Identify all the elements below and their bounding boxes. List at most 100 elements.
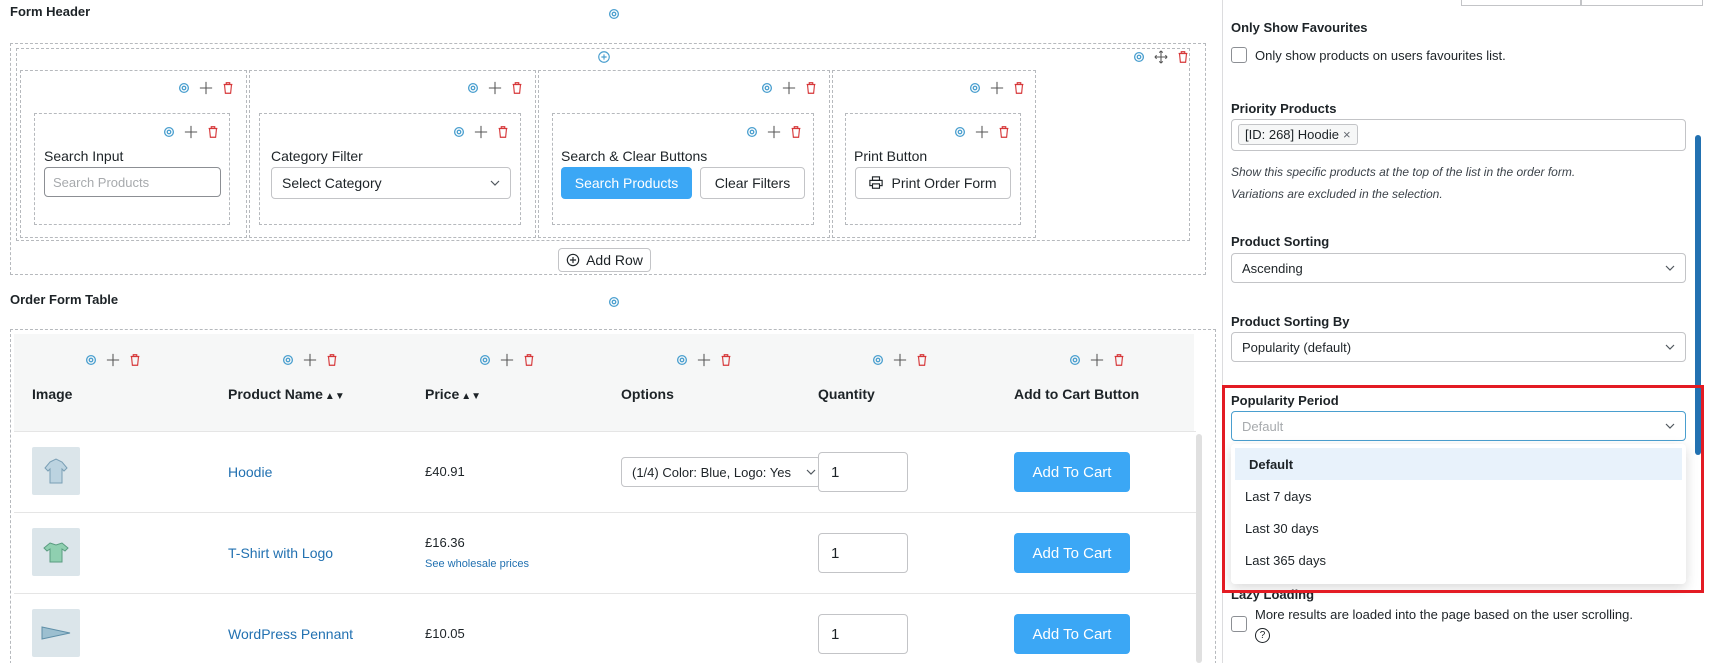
move-icon[interactable]: [781, 80, 797, 96]
trash-icon[interactable]: [521, 352, 537, 368]
gear-icon[interactable]: [1067, 352, 1083, 368]
move-icon[interactable]: [766, 124, 782, 140]
gear-icon[interactable]: [759, 80, 775, 96]
product-thumbnail[interactable]: [32, 447, 80, 495]
gear-icon[interactable]: [606, 294, 622, 310]
sort-arrows-icon[interactable]: ▲▼: [461, 391, 481, 402]
trash-icon[interactable]: [914, 352, 930, 368]
priority-products-input[interactable]: [ID: 268] Hoodie ×: [1231, 119, 1686, 151]
element-controls: [161, 124, 221, 140]
search-input[interactable]: Search Products: [44, 167, 221, 197]
trash-icon[interactable]: [324, 352, 340, 368]
header-product-name[interactable]: Product Name ▲▼: [228, 386, 345, 402]
gear-icon[interactable]: [161, 124, 177, 140]
add-row-button[interactable]: Add Row: [558, 248, 651, 272]
trash-icon[interactable]: [509, 80, 525, 96]
product-link-pennant[interactable]: WordPress Pennant: [228, 626, 353, 642]
trash-icon[interactable]: [1011, 80, 1027, 96]
trash-icon[interactable]: [1111, 352, 1127, 368]
product-sorting-by-value: Popularity (default): [1242, 339, 1352, 355]
move-icon[interactable]: [892, 352, 908, 368]
table-scrollbar[interactable]: [1196, 434, 1202, 663]
add-to-cart-button[interactable]: Add To Cart: [1014, 533, 1130, 573]
panel-tab[interactable]: [1461, 0, 1581, 6]
panel-tab[interactable]: [1581, 0, 1703, 6]
lazy-loading-title: Lazy Loading: [1231, 587, 1315, 602]
move-icon[interactable]: [198, 80, 214, 96]
print-button-label: Print Button: [854, 148, 928, 164]
add-to-cart-button[interactable]: Add To Cart: [1014, 614, 1130, 654]
trash-icon[interactable]: [205, 124, 221, 140]
product-thumbnail[interactable]: [32, 528, 80, 576]
dropdown-option-7-days[interactable]: Last 7 days: [1231, 480, 1686, 512]
hoodie-image: [44, 458, 68, 484]
row-divider: [14, 512, 1196, 513]
dropdown-option-default[interactable]: Default: [1235, 448, 1682, 480]
trash-icon[interactable]: [996, 124, 1012, 140]
move-icon[interactable]: [487, 80, 503, 96]
product-link-hoodie[interactable]: Hoodie: [228, 464, 272, 480]
trash-icon[interactable]: [803, 80, 819, 96]
gear-icon[interactable]: [477, 352, 493, 368]
move-icon[interactable]: [1089, 352, 1105, 368]
move-icon[interactable]: [105, 352, 121, 368]
move-icon[interactable]: [1153, 49, 1169, 65]
wholesale-prices-link[interactable]: See wholesale prices: [425, 558, 529, 570]
gear-icon[interactable]: [280, 352, 296, 368]
panel-scrollbar[interactable]: [1695, 135, 1701, 455]
dropdown-option-365-days[interactable]: Last 365 days: [1231, 544, 1686, 576]
move-icon[interactable]: [499, 352, 515, 368]
move-icon[interactable]: [696, 352, 712, 368]
gear-icon[interactable]: [674, 352, 690, 368]
gear-icon[interactable]: [451, 124, 467, 140]
trash-icon[interactable]: [495, 124, 511, 140]
gear-icon[interactable]: [606, 6, 622, 22]
print-order-form-button[interactable]: Print Order Form: [855, 167, 1011, 199]
lazy-loading-checkbox[interactable]: [1231, 616, 1247, 632]
trash-icon[interactable]: [220, 80, 236, 96]
product-sorting-select[interactable]: Ascending: [1231, 253, 1686, 283]
help-icon[interactable]: ?: [1255, 628, 1270, 643]
move-icon[interactable]: [974, 124, 990, 140]
gear-icon[interactable]: [1131, 49, 1147, 65]
move-icon[interactable]: [183, 124, 199, 140]
sort-arrows-icon[interactable]: ▲▼: [325, 391, 345, 402]
trash-icon[interactable]: [1175, 49, 1191, 65]
gear-icon[interactable]: [465, 80, 481, 96]
dropdown-option-30-days[interactable]: Last 30 days: [1231, 512, 1686, 544]
clear-filters-button[interactable]: Clear Filters: [700, 167, 805, 199]
plus-circle-icon[interactable]: [596, 49, 612, 65]
popularity-period-select[interactable]: Default: [1231, 411, 1686, 441]
gear-icon[interactable]: [744, 124, 760, 140]
product-sorting-by-select[interactable]: Popularity (default): [1231, 332, 1686, 362]
favourites-checkbox[interactable]: [1231, 47, 1247, 63]
gear-icon[interactable]: [176, 80, 192, 96]
header-add-to-cart: Add to Cart Button: [1014, 386, 1140, 402]
product-thumbnail[interactable]: [32, 609, 80, 657]
move-icon[interactable]: [302, 352, 318, 368]
gear-icon[interactable]: [870, 352, 886, 368]
quantity-input[interactable]: 1: [818, 452, 908, 492]
quantity-input[interactable]: 1: [818, 533, 908, 573]
trash-icon[interactable]: [127, 352, 143, 368]
product-price: £40.91: [425, 464, 465, 479]
product-link-tshirt[interactable]: T-Shirt with Logo: [228, 545, 333, 561]
category-select[interactable]: Select Category: [271, 167, 511, 199]
quantity-input[interactable]: 1: [818, 614, 908, 654]
header-price[interactable]: Price ▲▼: [425, 386, 481, 402]
product-sorting-by-title: Product Sorting By: [1231, 314, 1350, 329]
chevron-down-icon: [1665, 344, 1675, 350]
variation-select[interactable]: (1/4) Color: Blue, Logo: Yes: [621, 457, 821, 487]
move-icon[interactable]: [989, 80, 1005, 96]
move-icon[interactable]: [473, 124, 489, 140]
search-products-button[interactable]: Search Products: [561, 167, 692, 199]
gear-icon[interactable]: [967, 80, 983, 96]
gear-icon[interactable]: [952, 124, 968, 140]
add-to-cart-button[interactable]: Add To Cart: [1014, 452, 1130, 492]
gear-icon[interactable]: [83, 352, 99, 368]
trash-icon[interactable]: [788, 124, 804, 140]
settings-panel: Only Show Favourites Only show products …: [1222, 0, 1711, 663]
variation-select-value: (1/4) Color: Blue, Logo: Yes: [632, 464, 791, 480]
trash-icon[interactable]: [718, 352, 734, 368]
close-icon[interactable]: ×: [1343, 127, 1351, 142]
